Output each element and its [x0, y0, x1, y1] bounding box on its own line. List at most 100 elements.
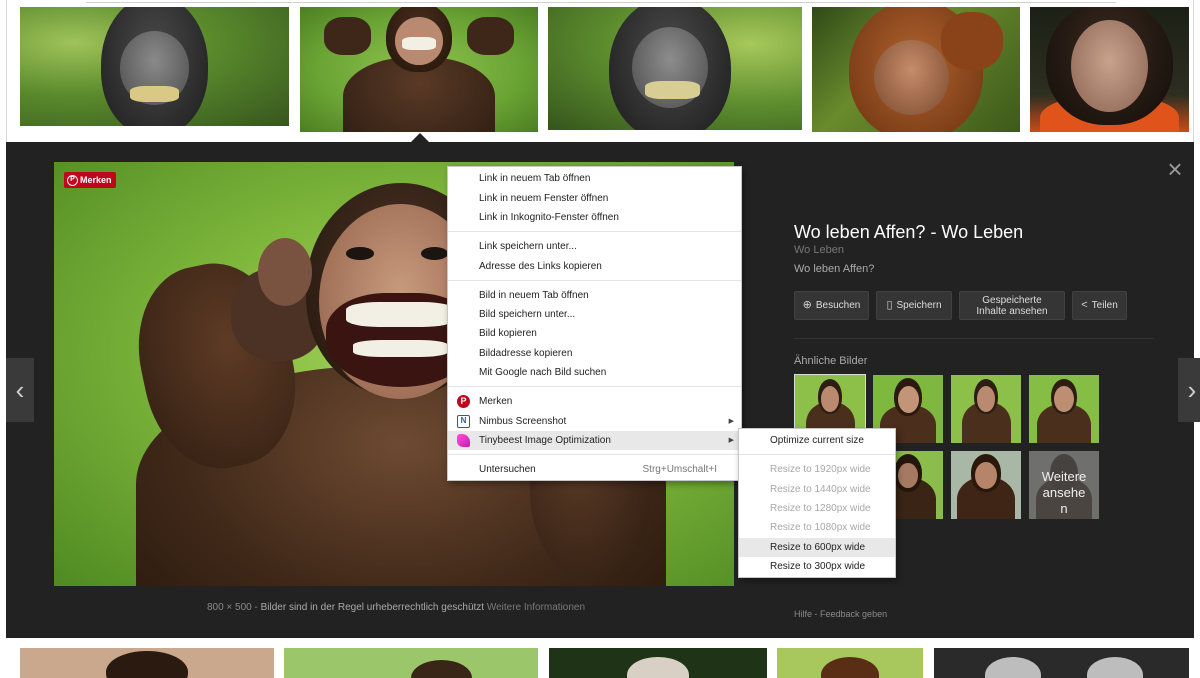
results-row-top	[0, 0, 1200, 142]
next-image-button[interactable]: ›	[1178, 358, 1200, 422]
share-label: Teilen	[1091, 300, 1118, 311]
menu-item-label: Bildadresse kopieren	[479, 348, 573, 359]
more-info-link[interactable]: Weitere Informationen	[487, 602, 585, 613]
close-viewer-button[interactable]: ×	[1164, 156, 1186, 182]
menu-separator	[448, 231, 741, 232]
tinybeest-icon	[457, 434, 470, 447]
previous-image-button[interactable]: ‹	[6, 358, 34, 422]
menu-item-open-link-new-window[interactable]: Link in neuem Fenster öffnen	[448, 189, 741, 208]
result-thumbnail[interactable]	[549, 648, 767, 678]
menu-item-search-google-image[interactable]: Mit Google nach Bild suchen	[448, 363, 741, 382]
submenu-item-label: Resize to 300px wide	[770, 561, 866, 572]
image-meta-row: 800 × 500 - Bilder sind in der Regel urh…	[206, 602, 586, 613]
globe-icon: ⊕	[802, 299, 812, 311]
submenu-item-resize-1080[interactable]: Resize to 1080px wide	[739, 518, 895, 537]
submenu-arrow-icon: ▶	[728, 437, 734, 444]
pinterest-icon: P	[67, 174, 78, 186]
inspect-shortcut: Strg+Umschalt+I	[642, 464, 717, 475]
menu-item-label: Link in Inkognito-Fenster öffnen	[479, 212, 619, 223]
submenu-item-resize-300[interactable]: Resize to 300px wide	[739, 557, 895, 576]
menu-separator	[739, 454, 895, 455]
context-menu: Link in neuem Tab öffnen Link in neuem F…	[447, 166, 742, 481]
source-site[interactable]: Wo Leben	[794, 244, 844, 256]
top-divider	[86, 0, 1116, 3]
menu-separator	[448, 280, 741, 281]
view-saved-label-1: Gespeicherte	[982, 294, 1042, 306]
save-button[interactable]: ▯ Speichern	[876, 291, 952, 320]
result-thumbnail-macaque-2[interactable]	[548, 7, 802, 130]
menu-item-open-link-new-tab[interactable]: Link in neuem Tab öffnen	[448, 169, 741, 188]
menu-item-label: Untersuchen	[479, 464, 536, 475]
result-thumbnail-baby-chimp[interactable]	[1030, 7, 1189, 132]
result-thumbnail-macaque-1[interactable]	[20, 7, 289, 126]
share-button[interactable]: < Teilen	[1072, 291, 1127, 320]
more-similar-label-2: ansehe	[1042, 485, 1086, 500]
view-saved-label-2: Inhalte ansehen	[976, 305, 1048, 317]
menu-item-copy-image[interactable]: Bild kopieren	[448, 324, 741, 343]
more-similar-images-button[interactable]: Weitere ansehe n	[1029, 451, 1099, 519]
copyright-notice: Bilder sind in der Regel urheberrechtlic…	[260, 602, 485, 613]
similar-image-thumbnail[interactable]	[1029, 375, 1099, 443]
menu-item-tinybeest[interactable]: Tinybeest Image Optimization ▶	[448, 431, 741, 450]
help-row: Hilfe - Feedback geben	[794, 609, 888, 619]
help-link[interactable]: Hilfe	[794, 609, 812, 619]
result-thumbnail-chimp-selected[interactable]	[300, 7, 538, 132]
info-divider	[794, 338, 1154, 339]
result-thumbnail[interactable]	[20, 648, 274, 678]
similar-image-thumbnail[interactable]	[951, 451, 1021, 519]
result-thumbnail[interactable]	[284, 648, 538, 678]
menu-item-label: Bild speichern unter...	[479, 309, 576, 320]
menu-item-inspect[interactable]: Untersuchen Strg+Umschalt+I	[448, 460, 741, 479]
submenu-item-resize-1920[interactable]: Resize to 1920px wide	[739, 460, 895, 479]
menu-item-pinterest-save[interactable]: P Merken	[448, 392, 741, 411]
result-thumbnail[interactable]	[934, 648, 1189, 678]
menu-item-label: Tinybeest Image Optimization	[479, 435, 611, 446]
menu-item-label: Mit Google nach Bild suchen	[479, 367, 607, 378]
submenu-item-resize-600[interactable]: Resize to 600px wide	[739, 538, 895, 557]
menu-item-label: Nimbus Screenshot	[479, 416, 567, 427]
pinterest-save-label: Merken	[80, 175, 112, 185]
image-title[interactable]: Wo leben Affen? - Wo Leben	[794, 222, 1023, 243]
action-buttons: ⊕ Besuchen ▯ Speichern Gespeicherte Inha…	[794, 291, 1127, 320]
submenu-item-label: Optimize current size	[770, 435, 864, 446]
save-label: Speichern	[896, 300, 942, 311]
menu-item-nimbus-screenshot[interactable]: N Nimbus Screenshot ▶	[448, 412, 741, 431]
menu-item-label: Adresse des Links kopieren	[479, 261, 602, 272]
submenu-item-label: Resize to 1440px wide	[770, 484, 871, 495]
similar-images-heading: Ähnliche Bilder	[794, 355, 868, 367]
more-similar-label-3: n	[1060, 501, 1068, 516]
chevron-left-icon: ‹	[15, 375, 25, 405]
bookmark-icon: ▯	[886, 299, 893, 311]
share-icon: <	[1081, 299, 1088, 311]
tinybeest-submenu: Optimize current size Resize to 1920px w…	[738, 428, 896, 578]
menu-item-label: Link in neuem Fenster öffnen	[479, 193, 609, 204]
results-row-bottom	[0, 638, 1200, 678]
menu-item-open-link-incognito[interactable]: Link in Inkognito-Fenster öffnen	[448, 208, 741, 227]
view-saved-button[interactable]: Gespeicherte Inhalte ansehen	[959, 291, 1065, 320]
page-frame-left	[6, 0, 7, 142]
menu-item-label: Bild in neuem Tab öffnen	[479, 290, 589, 301]
submenu-item-resize-1280[interactable]: Resize to 1280px wide	[739, 499, 895, 518]
result-thumbnail-orangutan[interactable]	[812, 7, 1020, 132]
submenu-item-label: Resize to 1280px wide	[770, 503, 871, 514]
menu-separator	[448, 386, 741, 387]
submenu-item-optimize-current[interactable]: Optimize current size	[739, 431, 895, 450]
pinterest-save-button[interactable]: P Merken	[64, 172, 116, 188]
menu-separator	[448, 454, 741, 455]
similar-image-thumbnail[interactable]	[951, 375, 1021, 443]
menu-item-copy-link-address[interactable]: Adresse des Links kopieren	[448, 257, 741, 276]
more-similar-label-1: Weitere	[1041, 469, 1087, 484]
menu-item-copy-image-address[interactable]: Bildadresse kopieren	[448, 344, 741, 363]
menu-item-open-image-new-tab[interactable]: Bild in neuem Tab öffnen	[448, 286, 741, 305]
menu-item-label: Bild kopieren	[479, 328, 537, 339]
pinterest-icon: P	[457, 395, 470, 408]
visit-button[interactable]: ⊕ Besuchen	[794, 291, 869, 320]
submenu-item-label: Resize to 1920px wide	[770, 464, 871, 475]
menu-item-save-image-as[interactable]: Bild speichern unter...	[448, 305, 741, 324]
result-thumbnail[interactable]	[777, 648, 923, 678]
submenu-arrow-icon: ▶	[728, 418, 734, 425]
submenu-item-label: Resize to 600px wide	[770, 542, 866, 553]
menu-item-save-link-as[interactable]: Link speichern unter...	[448, 237, 741, 256]
feedback-link[interactable]: Feedback geben	[820, 609, 887, 619]
submenu-item-resize-1440[interactable]: Resize to 1440px wide	[739, 480, 895, 499]
